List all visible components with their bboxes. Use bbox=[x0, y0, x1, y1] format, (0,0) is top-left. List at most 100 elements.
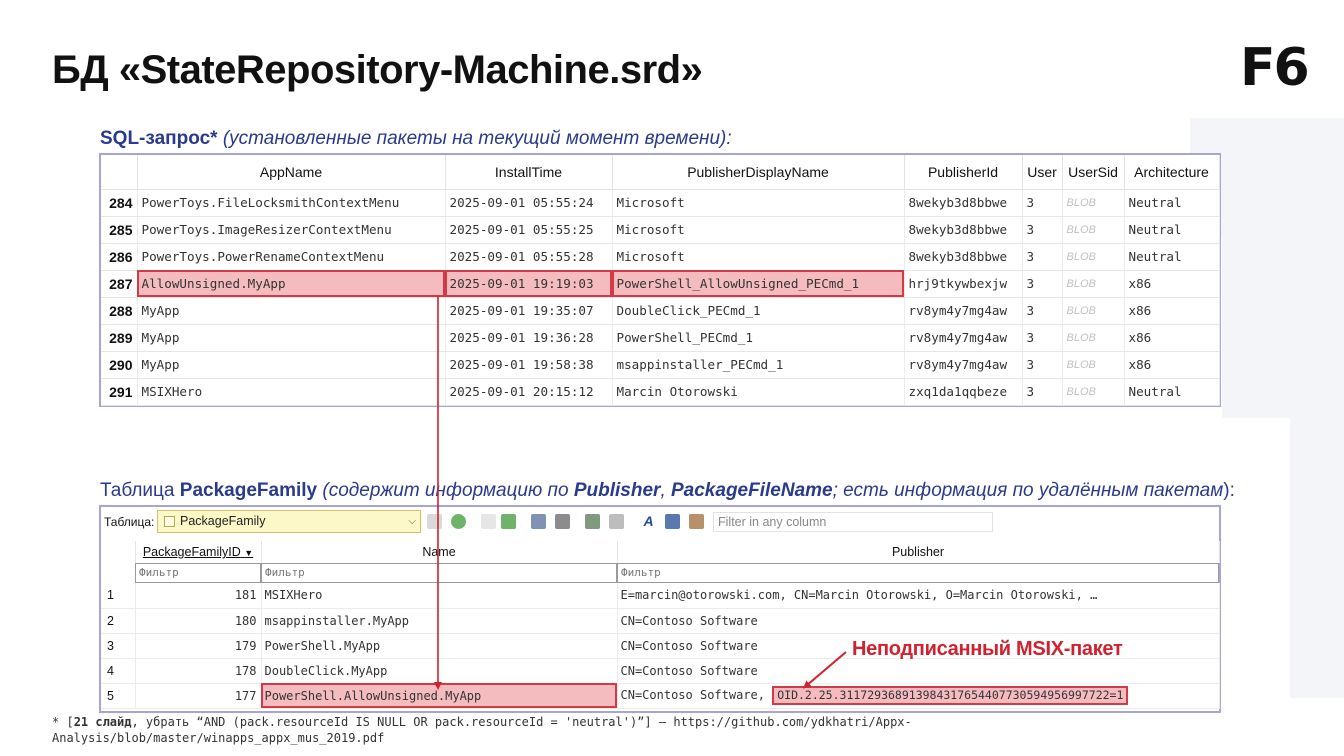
cell-name[interactable]: DoubleClick.MyApp bbox=[261, 658, 618, 684]
cell-packagefamilyid[interactable]: 181 bbox=[135, 583, 262, 609]
column-header-architecture[interactable]: Architecture bbox=[1124, 155, 1220, 190]
font-icon[interactable]: A bbox=[641, 514, 656, 529]
cell-usersid[interactable]: BLOB bbox=[1062, 324, 1125, 352]
cell-user[interactable]: 3 bbox=[1022, 378, 1063, 406]
cell-name[interactable]: PowerShell.MyApp bbox=[261, 633, 618, 659]
column-header-publisher[interactable]: Publisher bbox=[617, 541, 1220, 563]
cell-publisherid[interactable]: rv8ym4y7mg4aw bbox=[904, 351, 1023, 379]
find-icon[interactable] bbox=[665, 514, 680, 529]
table-select[interactable]: PackageFamily ⌵ bbox=[157, 510, 421, 533]
cell-installtime[interactable]: 2025-09-01 19:35:07 bbox=[445, 297, 613, 325]
filter-any-column-input[interactable]: Filter in any column bbox=[713, 512, 993, 532]
table-row-highlighted[interactable]: 287 AllowUnsigned.MyApp 2025-09-01 19:19… bbox=[101, 270, 1220, 298]
cell-publisherid[interactable]: 8wekyb3d8bbwe bbox=[904, 243, 1023, 271]
cell-publisherid[interactable]: rv8ym4y7mg4aw bbox=[904, 297, 1023, 325]
filter-publisher-input[interactable]: Фильтр bbox=[617, 563, 1219, 583]
import-icon[interactable] bbox=[609, 514, 624, 529]
save-icon[interactable] bbox=[531, 514, 546, 529]
cell-architecture[interactable]: Neutral bbox=[1124, 216, 1220, 244]
cell-publisher[interactable]: Microsoft bbox=[612, 216, 905, 244]
cell-installtime[interactable]: 2025-09-01 05:55:28 bbox=[445, 243, 613, 271]
table-row[interactable]: 284 PowerToys.FileLocksmithContextMenu 2… bbox=[101, 189, 1220, 217]
cell-publisher[interactable]: msappinstaller_PECmd_1 bbox=[612, 351, 905, 379]
cell-user[interactable]: 3 bbox=[1022, 351, 1063, 379]
cell-user[interactable]: 3 bbox=[1022, 216, 1063, 244]
column-header-installtime[interactable]: InstallTime bbox=[445, 155, 613, 190]
cell-publisher[interactable]: E=marcin@otorowski.com, CN=Marcin Otorow… bbox=[617, 583, 1220, 609]
table-row[interactable]: 4 178 DoubleClick.MyApp CN=Contoso Softw… bbox=[101, 658, 1220, 684]
cell-appname[interactable]: PowerToys.FileLocksmithContextMenu bbox=[137, 189, 446, 217]
cell-usersid[interactable]: BLOB bbox=[1062, 216, 1125, 244]
cell-publisher[interactable]: CN=Contoso Software, OID.2.25.3117293689… bbox=[617, 683, 1220, 709]
insert-record-icon[interactable] bbox=[481, 514, 496, 529]
cell-installtime[interactable]: 2025-09-01 19:58:38 bbox=[445, 351, 613, 379]
cell-usersid[interactable]: BLOB bbox=[1062, 270, 1125, 298]
cell-publisherid[interactable]: 8wekyb3d8bbwe bbox=[904, 189, 1023, 217]
cell-architecture[interactable]: x86 bbox=[1124, 297, 1220, 325]
clear-filters-icon[interactable] bbox=[427, 514, 442, 529]
cell-packagefamilyid[interactable]: 178 bbox=[135, 658, 262, 684]
cell-installtime[interactable]: 2025-09-01 05:55:24 bbox=[445, 189, 613, 217]
cell-publisher[interactable]: DoubleClick_PECmd_1 bbox=[612, 297, 905, 325]
cell-installtime[interactable]: 2025-09-01 20:15:12 bbox=[445, 378, 613, 406]
cell-name[interactable]: MSIXHero bbox=[261, 583, 618, 609]
cell-publisher[interactable]: Marcin Otorowski bbox=[612, 378, 905, 406]
column-header-name[interactable]: Name bbox=[261, 541, 618, 563]
cell-appname[interactable]: PowerToys.PowerRenameContextMenu bbox=[137, 243, 446, 271]
cell-user[interactable]: 3 bbox=[1022, 243, 1063, 271]
table-row-highlighted[interactable]: 5 177 PowerShell.AllowUnsigned.MyApp CN=… bbox=[101, 683, 1220, 709]
delete-record-icon[interactable] bbox=[501, 514, 516, 529]
cell-publisher-highlighted[interactable]: PowerShell_AllowUnsigned_PECmd_1 bbox=[612, 270, 905, 298]
column-header-packagefamilyid[interactable]: PackageFamilyID ▼ bbox=[135, 541, 262, 563]
table-row[interactable]: 291 MSIXHero 2025-09-01 20:15:12 Marcin … bbox=[101, 378, 1220, 406]
cell-user[interactable]: 3 bbox=[1022, 189, 1063, 217]
cell-installtime-highlighted[interactable]: 2025-09-01 19:19:03 bbox=[445, 270, 613, 298]
cell-usersid[interactable]: BLOB bbox=[1062, 243, 1125, 271]
settings-icon[interactable] bbox=[689, 514, 704, 529]
refresh-icon[interactable] bbox=[451, 514, 466, 529]
cell-installtime[interactable]: 2025-09-01 05:55:25 bbox=[445, 216, 613, 244]
column-header-user[interactable]: User bbox=[1022, 155, 1063, 190]
cell-architecture[interactable]: Neutral bbox=[1124, 378, 1220, 406]
table-row[interactable]: 286 PowerToys.PowerRenameContextMenu 202… bbox=[101, 243, 1220, 271]
cell-packagefamilyid[interactable]: 180 bbox=[135, 608, 262, 634]
filter-id-input[interactable]: Фильтр bbox=[135, 563, 261, 583]
column-header-appname[interactable]: AppName bbox=[137, 155, 446, 190]
cell-user[interactable]: 3 bbox=[1022, 297, 1063, 325]
cell-publisherid[interactable]: rv8ym4y7mg4aw bbox=[904, 324, 1023, 352]
cell-user[interactable]: 3 bbox=[1022, 324, 1063, 352]
cell-publisherid[interactable]: 8wekyb3d8bbwe bbox=[904, 216, 1023, 244]
cell-publisher[interactable]: Microsoft bbox=[612, 243, 905, 271]
cell-usersid[interactable]: BLOB bbox=[1062, 297, 1125, 325]
cell-publisher[interactable]: CN=Contoso Software bbox=[617, 608, 1220, 634]
chevron-down-icon[interactable]: ⌵ bbox=[408, 511, 416, 532]
cell-architecture[interactable]: x86 bbox=[1124, 270, 1220, 298]
cell-name[interactable]: msappinstaller.MyApp bbox=[261, 608, 618, 634]
cell-appname-highlighted[interactable]: AllowUnsigned.MyApp bbox=[137, 270, 446, 298]
filter-name-input[interactable]: Фильтр bbox=[261, 563, 617, 583]
cell-usersid[interactable]: BLOB bbox=[1062, 351, 1125, 379]
table-row[interactable]: 1 181 MSIXHero E=marcin@otorowski.com, C… bbox=[101, 583, 1220, 609]
sort-desc-icon[interactable]: ▼ bbox=[244, 548, 253, 558]
cell-packagefamilyid[interactable]: 177 bbox=[135, 683, 262, 709]
cell-publisher[interactable]: Microsoft bbox=[612, 189, 905, 217]
cell-appname[interactable]: MyApp bbox=[137, 297, 446, 325]
cell-appname[interactable]: PowerToys.ImageResizerContextMenu bbox=[137, 216, 446, 244]
column-header-usersid[interactable]: UserSid bbox=[1062, 155, 1125, 190]
print-icon[interactable] bbox=[555, 514, 570, 529]
cell-publisher[interactable]: PowerShell_PECmd_1 bbox=[612, 324, 905, 352]
export-icon[interactable] bbox=[585, 514, 600, 529]
table-row[interactable]: 285 PowerToys.ImageResizerContextMenu 20… bbox=[101, 216, 1220, 244]
cell-publisherid[interactable]: hrj9tkywbexjw bbox=[904, 270, 1023, 298]
cell-architecture[interactable]: x86 bbox=[1124, 324, 1220, 352]
table-row[interactable]: 290 MyApp 2025-09-01 19:58:38 msappinsta… bbox=[101, 351, 1220, 379]
table-row[interactable]: 288 MyApp 2025-09-01 19:35:07 DoubleClic… bbox=[101, 297, 1220, 325]
cell-usersid[interactable]: BLOB bbox=[1062, 189, 1125, 217]
cell-usersid[interactable]: BLOB bbox=[1062, 378, 1125, 406]
cell-architecture[interactable]: x86 bbox=[1124, 351, 1220, 379]
cell-appname[interactable]: MyApp bbox=[137, 324, 446, 352]
cell-publisher[interactable]: CN=Contoso Software bbox=[617, 658, 1220, 684]
cell-architecture[interactable]: Neutral bbox=[1124, 243, 1220, 271]
cell-name-highlighted[interactable]: PowerShell.AllowUnsigned.MyApp bbox=[261, 683, 618, 709]
cell-installtime[interactable]: 2025-09-01 19:36:28 bbox=[445, 324, 613, 352]
